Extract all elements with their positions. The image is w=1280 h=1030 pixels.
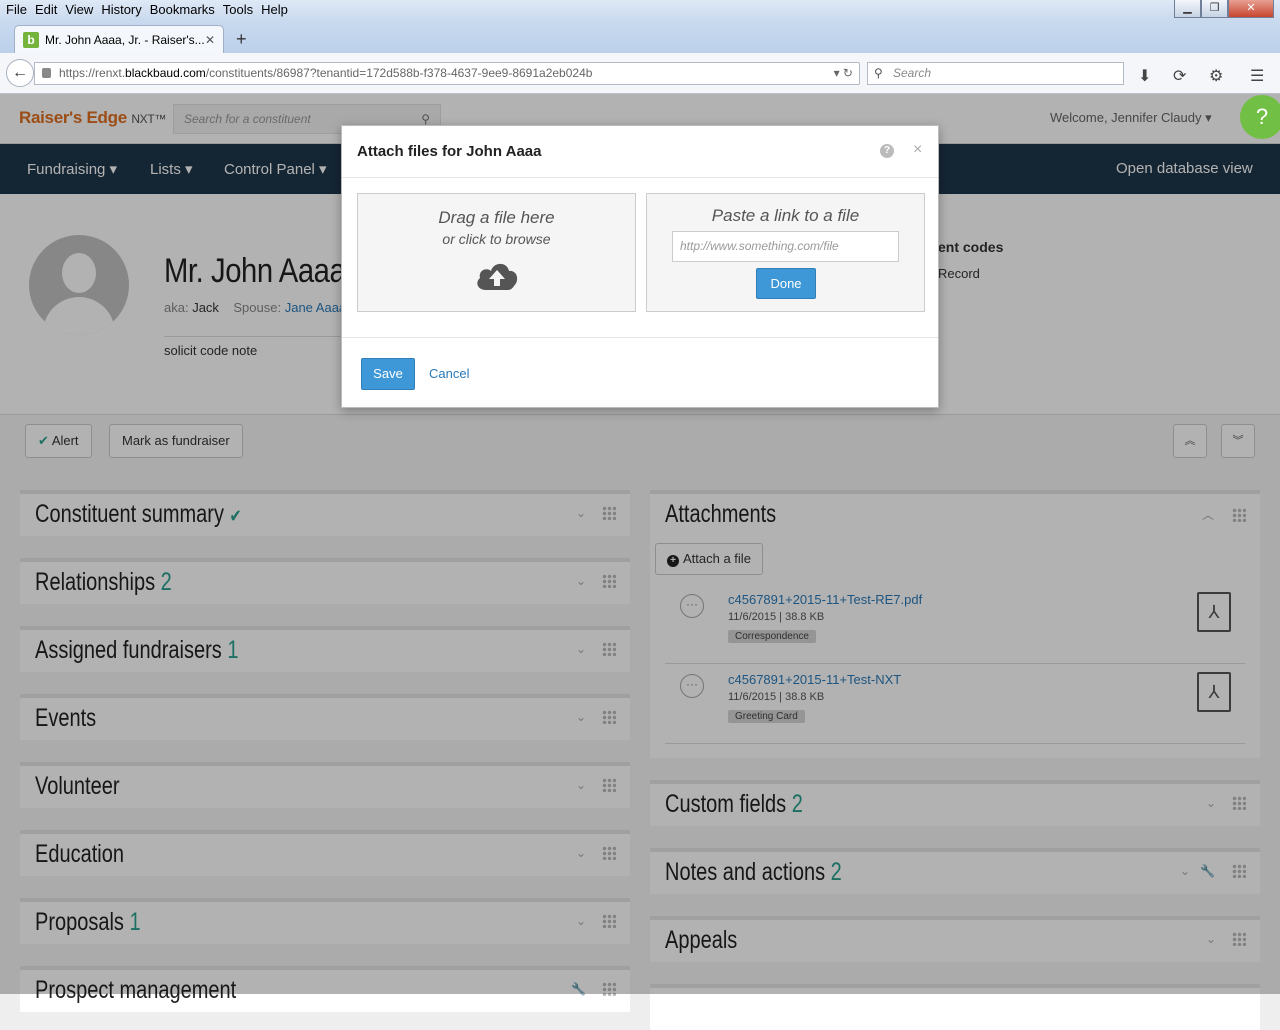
new-tab-icon[interactable]: + [236, 29, 247, 50]
paste-link-zone: Paste a link to a file http://www.someth… [646, 193, 925, 312]
download-icon[interactable]: ⬇ [1138, 66, 1151, 86]
menu-history[interactable]: History [97, 2, 145, 17]
cloud-upload-icon [477, 263, 518, 290]
close-window-button[interactable]: ✕ [1228, 0, 1274, 18]
back-button[interactable]: ← [6, 59, 34, 87]
dialog-title: Attach files for John Aaaa [357, 143, 542, 160]
browser-tab[interactable]: b Mr. John Aaaa, Jr. - Raiser's... ✕ [14, 25, 224, 53]
favicon-icon: b [23, 31, 39, 48]
sync-icon[interactable]: ⟳ [1173, 66, 1186, 86]
attach-files-dialog: Attach files for John Aaaa ? × Drag a fi… [341, 125, 939, 408]
menu-help[interactable]: Help [257, 2, 292, 17]
settings-gear-icon[interactable]: ⚙ [1209, 66, 1223, 86]
drop-zone-title: Drag a file here [438, 208, 555, 227]
url-bar[interactable]: https://renxt.blackbaud.com/constituents… [34, 62, 860, 85]
save-button[interactable]: Save [361, 358, 415, 390]
close-icon[interactable]: × [913, 141, 922, 159]
question-icon[interactable]: ? [880, 144, 894, 158]
tab-title: Mr. John Aaaa, Jr. - Raiser's... [45, 32, 205, 47]
file-link-input[interactable]: http://www.something.com/file [672, 231, 899, 262]
menu-view[interactable]: View [61, 2, 97, 17]
drop-zone-subtitle: or click to browse [442, 231, 551, 247]
menu-bar: File Edit View History Bookmarks Tools H… [2, 2, 292, 17]
url-domain: blackbaud.com [125, 66, 206, 80]
url-path: /constituents/86987?tenantid=172d588b-f3… [205, 66, 593, 80]
menu-bookmarks[interactable]: Bookmarks [146, 2, 219, 17]
divider [342, 177, 938, 178]
minimize-button[interactable]: ▁ [1174, 0, 1201, 18]
help-question-icon[interactable]: ? [1240, 95, 1280, 139]
browser-search-input[interactable]: ⚲ Search [867, 62, 1124, 85]
navigation-bar: ← https://renxt.blackbaud.com/constituen… [0, 53, 1280, 94]
divider [342, 337, 938, 338]
menu-edit[interactable]: Edit [31, 2, 61, 17]
hamburger-menu-icon[interactable]: ☰ [1250, 66, 1264, 86]
search-icon: ⚲ [874, 66, 883, 80]
cancel-button[interactable]: Cancel [429, 366, 469, 381]
window-titlebar: File Edit View History Bookmarks Tools H… [0, 0, 1280, 21]
menu-file[interactable]: File [2, 2, 31, 17]
done-button[interactable]: Done [756, 268, 816, 299]
reload-icon[interactable]: ▾ ↻ [834, 63, 853, 84]
url-prefix: https://renxt. [59, 66, 126, 80]
maximize-button[interactable]: ❐ [1201, 0, 1228, 18]
lock-icon [42, 68, 51, 78]
tab-strip: b Mr. John Aaaa, Jr. - Raiser's... ✕ + [0, 21, 1280, 53]
paste-link-title: Paste a link to a file [711, 206, 860, 225]
file-link-placeholder: http://www.something.com/file [680, 239, 839, 253]
menu-tools[interactable]: Tools [219, 2, 257, 17]
file-drop-zone[interactable]: Drag a file here or click to browse [357, 193, 636, 312]
close-tab-icon[interactable]: ✕ [205, 33, 215, 47]
browser-search-placeholder: Search [893, 66, 932, 80]
